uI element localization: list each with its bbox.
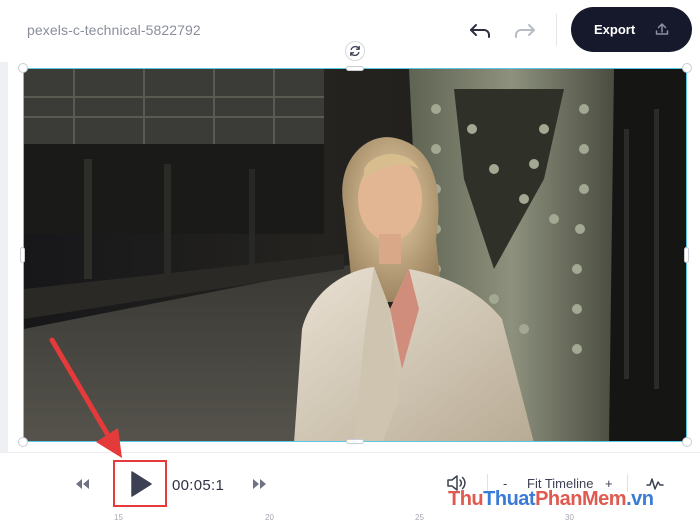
ruler-tick-label: 30 [565,513,574,522]
rotate-icon [350,45,360,57]
resize-handle-bottom-right[interactable] [682,437,692,447]
project-title[interactable]: pexels-c-technical-5822792 [27,22,201,38]
watermark-part: .vn [626,488,654,510]
ruler-tick-label: 25 [415,513,424,522]
resize-handle-top-right[interactable] [682,63,692,73]
toolbar-divider [556,14,557,46]
ruler-tick-label: 20 [265,513,274,522]
redo-icon [515,24,535,38]
redo-button[interactable] [512,18,538,44]
fast-forward-icon [253,479,266,489]
resize-handle-bottom-left[interactable] [18,437,28,447]
export-button[interactable]: Export [571,7,692,52]
watermark-part: PhanMem [535,488,627,510]
undo-button[interactable] [467,18,493,44]
watermark-part: Thu [448,488,484,510]
export-label: Export [594,22,636,37]
watermark-part: Thuat [483,488,536,510]
ruler-tick-label: 15 [114,513,123,522]
rotate-handle[interactable] [345,41,365,61]
resize-handle-top[interactable] [346,66,364,71]
resize-handle-top-left[interactable] [18,63,28,73]
rewind-icon [76,479,89,489]
resize-handle-right[interactable] [684,247,689,263]
current-time: 00:05:1 [172,477,225,494]
watermark-logo: ThuThuatPhanMem.vn [448,488,654,511]
annotation-arrow [49,337,122,458]
annotation-highlight-box [113,460,167,507]
undo-icon [470,24,490,38]
skip-back-button[interactable] [72,476,92,492]
resize-handle-bottom[interactable] [346,439,364,444]
timeline-ruler[interactable] [0,512,700,522]
upload-icon [655,23,669,35]
left-panel-edge [0,62,8,452]
resize-handle-left[interactable] [20,247,25,263]
skip-forward-button[interactable] [250,476,270,492]
